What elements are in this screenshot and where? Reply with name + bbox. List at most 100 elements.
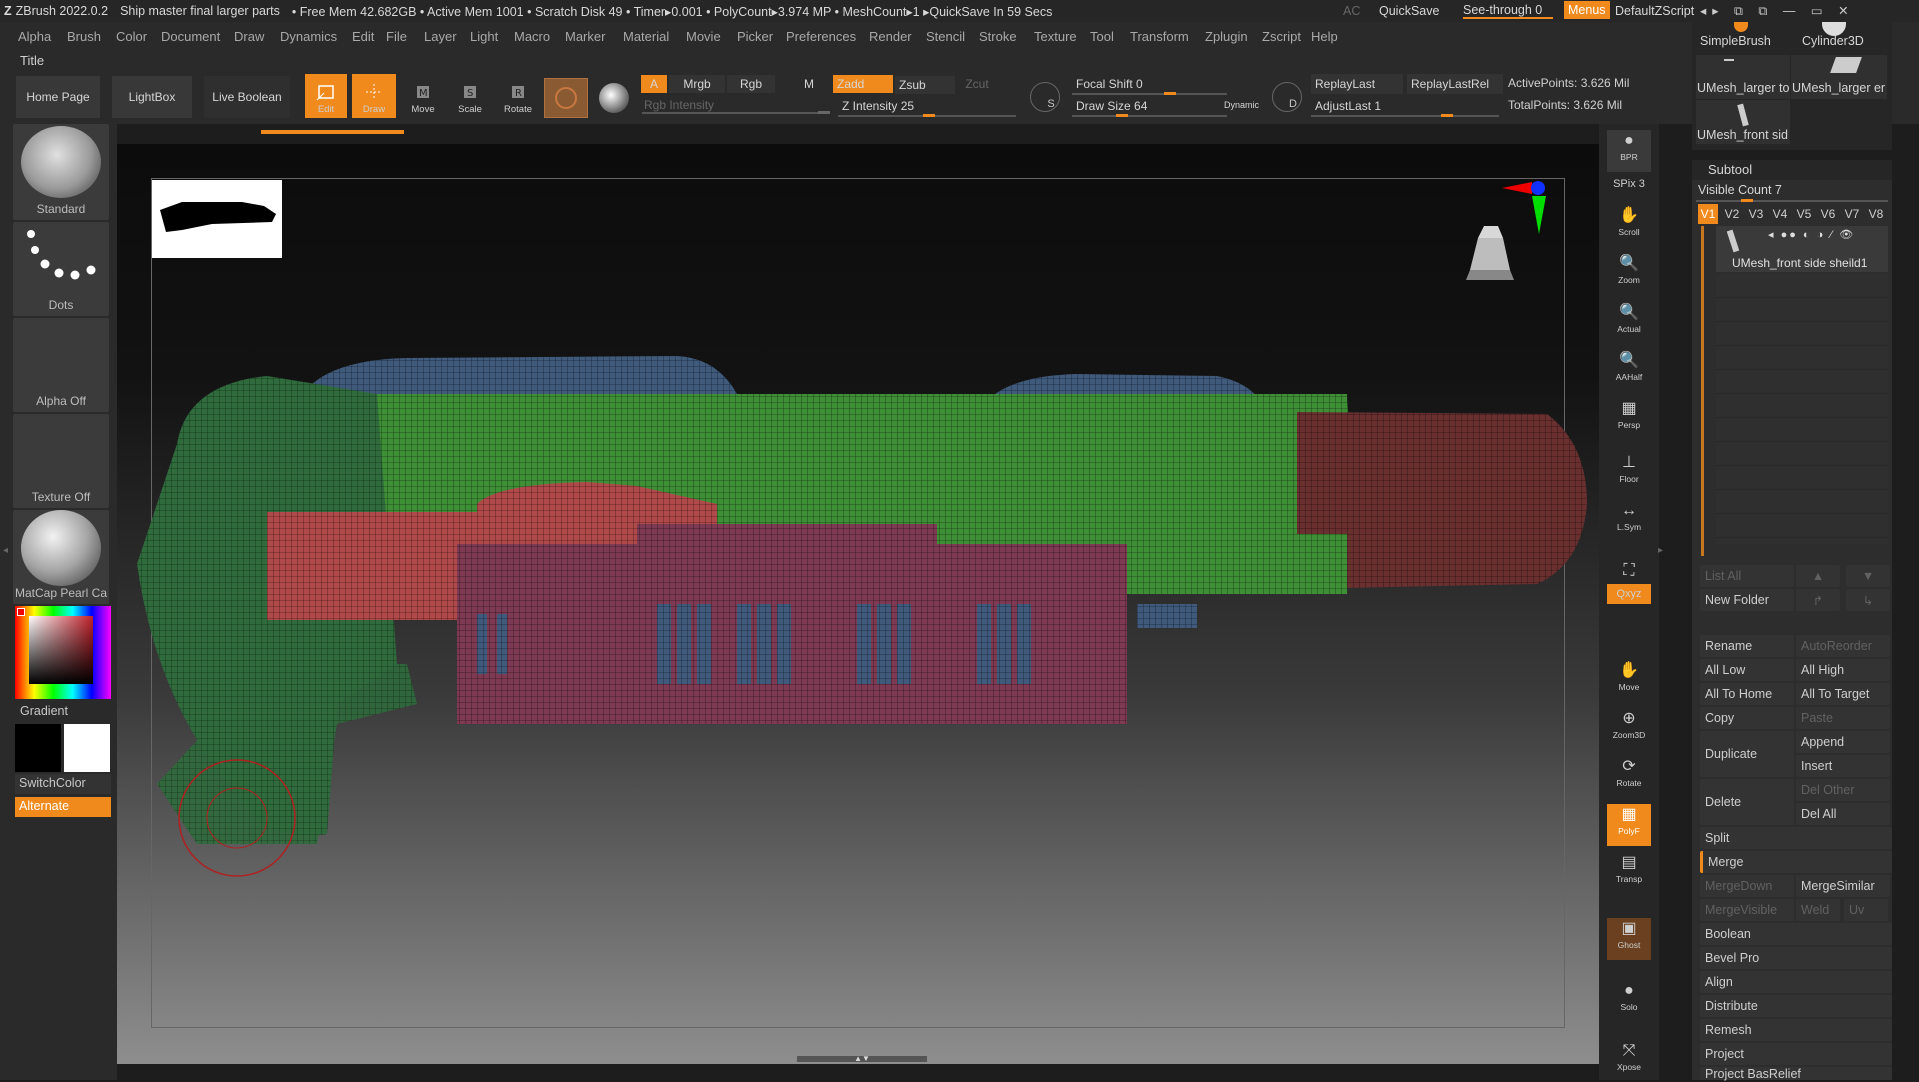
rgb-toggle[interactable]: Rgb — [727, 75, 775, 93]
move-up-arrow-icon[interactable]: ▲ — [1796, 565, 1840, 587]
texture-selector[interactable]: Texture Off — [13, 414, 109, 508]
project-button[interactable]: Project — [1700, 1043, 1892, 1065]
merge-button[interactable]: Merge — [1700, 851, 1892, 873]
menu-preferences[interactable]: Preferences — [786, 29, 856, 44]
shelf-move[interactable]: ✋ Move — [1607, 660, 1651, 702]
menu-zscript[interactable]: Zscript — [1262, 29, 1301, 44]
boolean-button[interactable]: Boolean — [1700, 923, 1892, 945]
shelf-polyf[interactable]: ▦ PolyF — [1607, 804, 1651, 846]
shelf-persp[interactable]: ▦ Persp — [1607, 398, 1651, 440]
insert-button[interactable]: Insert — [1796, 755, 1890, 777]
color-picker[interactable] — [15, 606, 111, 699]
merge-visible-button[interactable]: MergeVisible — [1700, 899, 1794, 921]
menu-tool[interactable]: Tool — [1090, 29, 1114, 44]
shelf-bpr[interactable]: ● BPR — [1607, 130, 1651, 172]
shelf-transp[interactable]: ▤ Transp — [1607, 852, 1651, 894]
z-intensity-slider[interactable]: Z Intensity 25 — [838, 96, 1016, 118]
shelf-l-sym[interactable]: ↔ L.Sym — [1607, 500, 1651, 542]
quicksave-button[interactable]: QuickSave — [1379, 4, 1439, 18]
zadd-toggle[interactable]: Zadd — [833, 75, 893, 93]
replay-last-button[interactable]: ReplayLast — [1311, 74, 1403, 94]
folder-down-arrow-icon[interactable]: ↳ — [1846, 589, 1890, 611]
menu-brush[interactable]: Brush — [67, 29, 101, 44]
paste-button[interactable]: Paste — [1796, 707, 1890, 729]
merge-similar-button[interactable]: MergeSimilar — [1796, 875, 1890, 897]
replay-last-rel-button[interactable]: ReplayLastRel — [1407, 74, 1503, 94]
menu-color[interactable]: Color — [116, 29, 147, 44]
ac-label[interactable]: AC — [1343, 4, 1360, 18]
subtool-tab-v7[interactable]: V7 — [1842, 204, 1862, 224]
align-button[interactable]: Align — [1700, 971, 1892, 993]
menu-stroke[interactable]: Stroke — [979, 29, 1017, 44]
all-to-target-button[interactable]: All To Target — [1796, 683, 1890, 705]
draw-size-slider[interactable]: Draw Size 64 Dynamic — [1072, 96, 1259, 118]
distribute-button[interactable]: Distribute — [1700, 995, 1892, 1017]
menu-zplugin[interactable]: Zplugin — [1205, 29, 1248, 44]
right-collapse-handle[interactable]: ▸ — [1658, 545, 1666, 565]
default-zscript-button[interactable]: DefaultZScript — [1615, 4, 1694, 18]
del-other-button[interactable]: Del Other — [1796, 779, 1890, 801]
tool-thumb-simplebrush[interactable]: SimpleBrush — [1696, 22, 1774, 50]
ship-model[interactable] — [117, 144, 1599, 1064]
weld-button[interactable]: Weld — [1796, 899, 1840, 921]
color-sphere-button[interactable] — [596, 80, 632, 116]
duplicate-button[interactable]: Duplicate — [1700, 731, 1794, 777]
new-folder-button[interactable]: New Folder — [1700, 589, 1794, 611]
switch-color-button[interactable]: SwitchColor — [15, 774, 111, 794]
menu-light[interactable]: Light — [470, 29, 498, 44]
list-all-button[interactable]: List All — [1700, 565, 1794, 587]
split-button[interactable]: Split — [1700, 827, 1892, 849]
menu-layer[interactable]: Layer — [424, 29, 457, 44]
menu-edit[interactable]: Edit — [352, 29, 374, 44]
autoreorder-button[interactable]: AutoReorder — [1796, 635, 1890, 657]
subtool-tab-v8[interactable]: V8 — [1866, 204, 1886, 224]
menu-transform[interactable]: Transform — [1130, 29, 1189, 44]
menu-macro[interactable]: Macro — [514, 29, 550, 44]
dynamic-label[interactable]: Dynamic — [1224, 100, 1259, 110]
alternate-button[interactable]: Alternate — [15, 797, 111, 817]
append-button[interactable]: Append — [1796, 731, 1890, 753]
a-toggle[interactable]: A — [641, 75, 667, 93]
zcut-toggle[interactable]: Zcut — [957, 75, 997, 93]
shelf-scroll[interactable]: ✋ Scroll — [1607, 205, 1651, 247]
home-page-button[interactable]: Home Page — [16, 76, 100, 118]
shelf-aahalf[interactable]: 🔍 AAHalf — [1607, 350, 1651, 392]
menu-marker[interactable]: Marker — [565, 29, 605, 44]
menus-toggle[interactable]: Menus — [1564, 1, 1610, 19]
tool-thumb-umesh-larger-er[interactable]: UMesh_larger er — [1791, 55, 1887, 99]
menu-help[interactable]: Help — [1311, 29, 1338, 44]
menu-file[interactable]: File — [386, 29, 407, 44]
subtool-item[interactable]: ◂ ●● ◐ ◑ ⁄ 👁 UMesh_front side sheild1 — [1716, 226, 1888, 272]
stroke-selector[interactable]: Dots — [13, 222, 109, 316]
copy-button[interactable]: Copy — [1700, 707, 1794, 729]
primary-color-swatch[interactable] — [64, 724, 110, 772]
visible-count-slider[interactable]: Visible Count 7 — [1696, 180, 1888, 202]
project-basrelief-button[interactable]: Project BasRelief — [1700, 1067, 1892, 1081]
color-picker-square[interactable] — [29, 616, 93, 684]
subtool-controls-icon[interactable]: ◂ ●● ◐ ◑ ⁄ 👁 — [1768, 228, 1855, 241]
canvas-bottom-scroll-handle[interactable]: ▲▼ — [797, 1055, 927, 1063]
tool-thumb-umesh-larger-to[interactable]: UMesh_larger to — [1696, 55, 1790, 99]
menu-movie[interactable]: Movie — [686, 29, 721, 44]
menu-render[interactable]: Render — [869, 29, 912, 44]
menu-alpha[interactable]: Alpha — [18, 29, 51, 44]
rotate-mode-button[interactable]: R Rotate — [496, 74, 540, 118]
all-high-button[interactable]: All High — [1796, 659, 1890, 681]
shelf-zoom[interactable]: 🔍 Zoom — [1607, 253, 1651, 295]
bevel-pro-button[interactable]: Bevel Pro — [1700, 947, 1892, 969]
left-collapse-handle[interactable]: ◂ — [3, 545, 9, 565]
subtool-tab-v2[interactable]: V2 — [1722, 204, 1742, 224]
folder-up-arrow-icon[interactable]: ↱ — [1796, 589, 1840, 611]
remesh-button[interactable]: Remesh — [1700, 1019, 1892, 1041]
shelf-zoom3d[interactable]: ⊕ Zoom3D — [1607, 708, 1651, 750]
tool-thumb-umesh-front-sid[interactable]: UMesh_front sid — [1696, 100, 1790, 144]
menu-material[interactable]: Material — [623, 29, 669, 44]
rgb-intensity-slider[interactable]: Rgb Intensity — [642, 96, 830, 114]
shelf-ghost[interactable]: ▣ Ghost — [1607, 918, 1651, 960]
shelf-floor[interactable]: ⊥ Floor — [1607, 452, 1651, 494]
merge-down-button[interactable]: MergeDown — [1700, 875, 1794, 897]
viewport-canvas[interactable]: ▲▼ — [117, 144, 1599, 1064]
menu-picker[interactable]: Picker — [737, 29, 773, 44]
live-boolean-button[interactable]: Live Boolean — [204, 76, 290, 118]
shelf-solo[interactable]: ● Solo — [1607, 980, 1651, 1022]
